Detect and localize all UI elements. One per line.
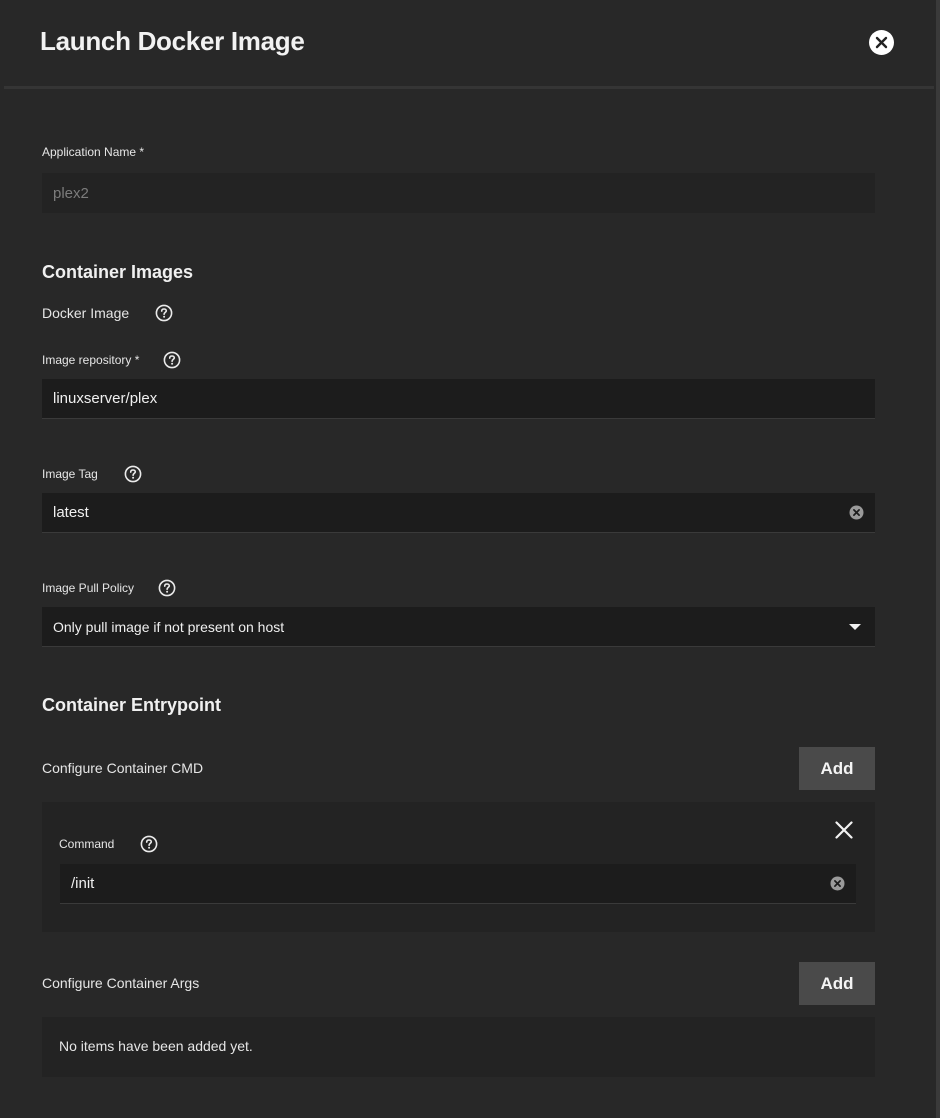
image-repository-value: linuxserver/plex (53, 390, 158, 407)
image-tag-input[interactable]: latest (42, 493, 875, 533)
command-input[interactable]: /init (60, 864, 856, 904)
command-label: Command (59, 835, 158, 853)
clear-circle-icon[interactable] (830, 876, 845, 891)
image-pull-policy-label-text: Image Pull Policy (42, 581, 135, 595)
image-pull-policy-label: Image Pull Policy (42, 579, 176, 597)
add-args-button[interactable]: Add (799, 962, 875, 1005)
application-name-label-text: Application Name * (42, 145, 145, 159)
configure-cmd-label-text: Configure Container CMD (42, 760, 204, 776)
help-circle-icon[interactable] (124, 465, 142, 483)
image-repository-label: Image repository * (42, 351, 181, 369)
header-divider (4, 86, 934, 89)
help-circle-icon[interactable] (155, 304, 173, 322)
docker-image-label: Docker Image (42, 304, 173, 322)
help-circle-icon[interactable] (140, 835, 158, 853)
command-value: /init (71, 875, 95, 892)
command-label-text: Command (59, 837, 115, 851)
configure-cmd-label: Configure Container CMD (42, 760, 203, 776)
image-repository-input[interactable]: linuxserver/plex (42, 379, 875, 419)
configure-args-label: Configure Container Args (42, 975, 199, 991)
image-tag-label-text: Image Tag (42, 467, 98, 481)
close-icon (835, 821, 853, 839)
docker-image-label-text: Docker Image (42, 305, 130, 321)
application-name-label: Application Name * (42, 145, 144, 159)
dialog-title: Launch Docker Image (40, 26, 305, 56)
image-tag-value: latest (53, 504, 89, 521)
close-dialog-button[interactable] (869, 30, 894, 55)
application-name-input[interactable]: plex2 (42, 173, 875, 213)
caret-down-icon (848, 620, 862, 634)
image-pull-policy-select[interactable]: Only pull image if not present on host (42, 607, 875, 647)
help-circle-icon[interactable] (163, 351, 181, 369)
launch-docker-image-dialog: Launch Docker Image Application Name * p… (0, 0, 940, 1118)
remove-command-button[interactable] (834, 820, 854, 840)
configure-args-label-text: Configure Container Args (42, 975, 200, 991)
args-empty-message: No items have been added yet. (59, 1038, 253, 1054)
clear-circle-icon[interactable] (849, 505, 864, 520)
image-tag-label: Image Tag (42, 465, 142, 483)
application-name-value: plex2 (53, 184, 89, 202)
close-circle-icon (875, 36, 888, 49)
image-repository-label-text: Image repository * (42, 353, 140, 367)
image-pull-policy-value: Only pull image if not present on host (53, 618, 285, 635)
scrollbar-track[interactable] (936, 0, 940, 1118)
container-entrypoint-heading: Container Entrypoint (42, 695, 221, 715)
container-images-heading: Container Images (42, 262, 194, 282)
add-cmd-button[interactable]: Add (799, 747, 875, 790)
help-circle-icon[interactable] (158, 579, 176, 597)
